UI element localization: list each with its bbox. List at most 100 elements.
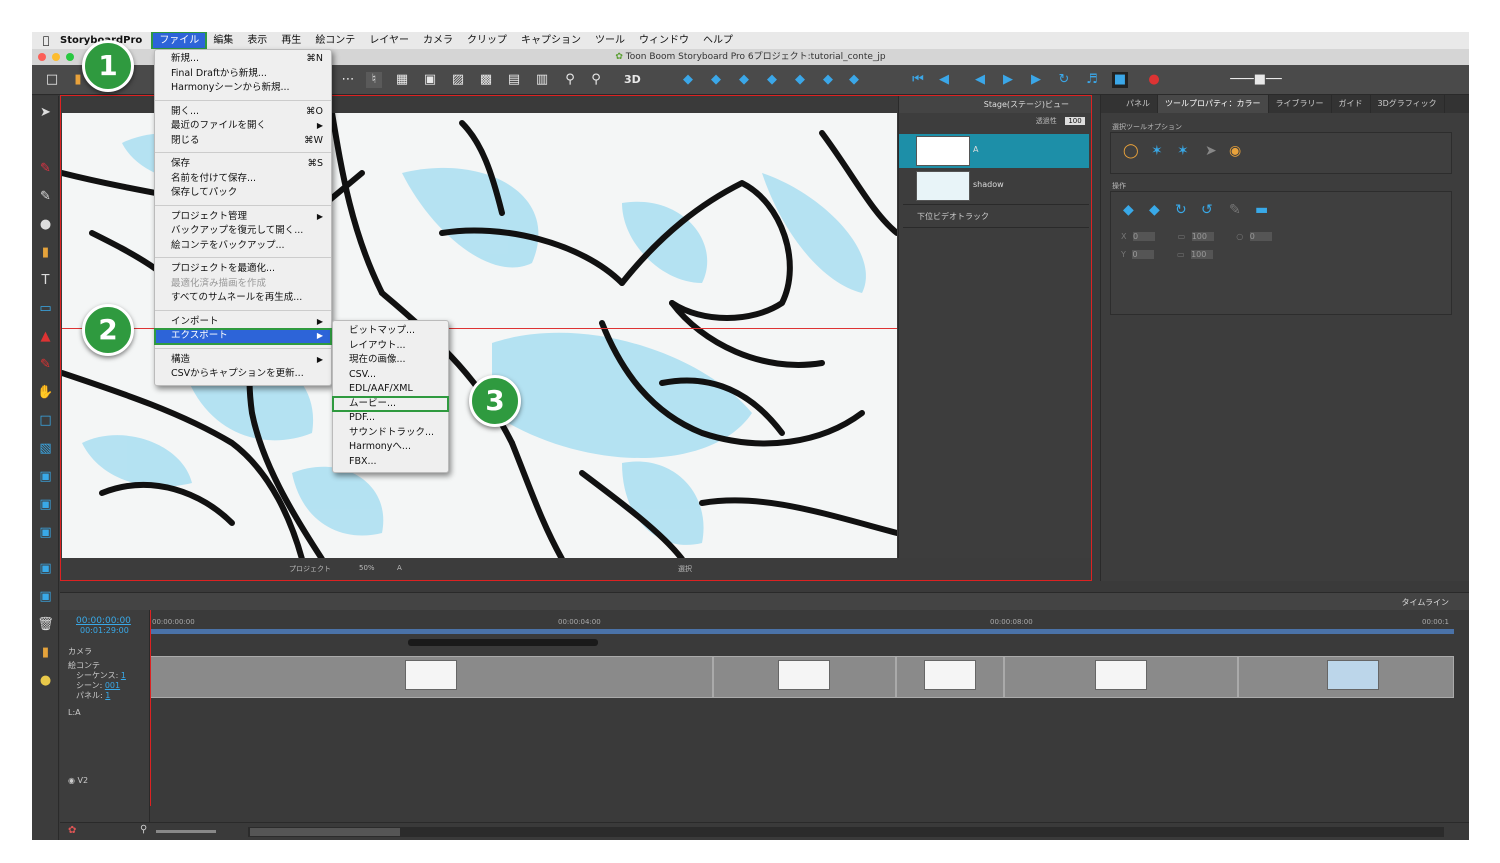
file-menu-item[interactable]: Final Draftから新規... <box>155 67 331 82</box>
menu-camera[interactable]: カメラ <box>416 32 460 49</box>
layer-transform-icon[interactable]: ▧ <box>37 440 54 457</box>
file-menu-item[interactable]: プロジェクトを最適化... <box>155 262 331 277</box>
first-frame-icon[interactable]: ⏮ <box>910 72 926 88</box>
timeline-clip[interactable] <box>896 656 1004 698</box>
current-layer[interactable]: A <box>397 564 402 572</box>
menu-file[interactable]: ファイル <box>151 32 208 50</box>
add-scene-icon[interactable]: ▣ <box>37 560 54 577</box>
sound-icon[interactable]: ♬ <box>1084 72 1100 88</box>
timeline-zoom-slider[interactable] <box>156 830 216 833</box>
zoom-level[interactable]: 50% <box>359 564 375 572</box>
file-menu-item[interactable]: CSVからキャプションを更新... <box>155 367 331 382</box>
new-doc-icon[interactable]: □ <box>44 72 60 88</box>
apple-icon[interactable]:  <box>32 34 60 47</box>
export-menu-item[interactable]: FBX... <box>333 455 448 470</box>
stamp-icon[interactable]: ● <box>37 216 54 233</box>
timeline-clip[interactable] <box>1238 656 1454 698</box>
eraser-icon[interactable]: ▮ <box>37 244 54 261</box>
playhead[interactable] <box>150 610 151 806</box>
layer-row-a[interactable]: A <box>899 134 1089 168</box>
align-icon[interactable]: ▬ <box>1255 202 1268 218</box>
flip-horizontal-icon[interactable]: ◆ <box>1123 202 1134 218</box>
width-input[interactable]: 100 <box>1191 232 1214 241</box>
export-menu-item[interactable]: ムービー... <box>332 395 449 412</box>
layer-tool-icon-6[interactable]: ◆ <box>820 72 836 88</box>
zoom-icon[interactable]: ⚲ <box>140 824 147 835</box>
export-menu-item[interactable]: EDL/AAF/XML <box>333 382 448 397</box>
pencil-icon[interactable]: ✎ <box>37 188 54 205</box>
export-menu-item[interactable]: レイアウト... <box>333 339 448 354</box>
lasso-icon[interactable]: ◯ <box>1123 143 1139 159</box>
eyedropper-icon[interactable]: ✎ <box>37 356 54 373</box>
zoom-out-icon[interactable]: ⚲ <box>562 72 578 88</box>
horizontal-scrollbar[interactable] <box>248 827 1444 837</box>
tab-tool-properties[interactable]: ツールプロパティ：カラー <box>1158 95 1269 113</box>
snap-icon-2[interactable]: ✶ <box>1177 143 1189 159</box>
file-menu-item[interactable]: インポート ▶ <box>155 315 331 330</box>
text-tool-icon[interactable]: T <box>37 272 54 289</box>
rotate-ccw-icon[interactable]: ↺ <box>1201 202 1213 218</box>
layout-icon[interactable]: ▣ <box>422 72 438 88</box>
timeline-clip[interactable] <box>1004 656 1238 698</box>
play-icon[interactable]: ▶ <box>1028 72 1044 88</box>
menu-tools[interactable]: ツール <box>588 32 632 49</box>
layer-tool-icon-3[interactable]: ◆ <box>736 72 752 88</box>
record-icon[interactable]: ● <box>1146 72 1162 88</box>
file-menu-item[interactable]: 絵コンテをバックアップ... <box>155 239 331 254</box>
file-menu-item[interactable]: 名前を付けて保存... <box>155 172 331 187</box>
sequence-value[interactable]: 1 <box>121 671 126 680</box>
split-scene-icon[interactable]: ▣ <box>37 588 54 605</box>
file-menu-item[interactable]: 最適化済み描画を作成 <box>155 277 331 292</box>
panel-view-icon[interactable]: ▩ <box>478 72 494 88</box>
grid-icon[interactable]: ▦ <box>394 72 410 88</box>
panel-value[interactable]: 1 <box>105 691 110 700</box>
file-menu-item[interactable]: 開く... ⌘O <box>155 105 331 120</box>
layer-tool-icon-4[interactable]: ◆ <box>764 72 780 88</box>
file-menu-item[interactable]: 保存してパック <box>155 186 331 201</box>
flip-vertical-icon[interactable]: ◆ <box>1149 202 1160 218</box>
current-time[interactable]: 00:00:00:00 <box>76 616 131 626</box>
transform-icon[interactable]: □ <box>37 412 54 429</box>
export-menu-item[interactable]: サウンドトラック... <box>333 426 448 441</box>
layer-tool-icon-5[interactable]: ◆ <box>792 72 808 88</box>
safe-area-icon[interactable]: ▨ <box>450 72 466 88</box>
file-menu-item[interactable]: 新規... ⌘N <box>155 52 331 67</box>
menu-play[interactable]: 再生 <box>274 32 308 49</box>
menu-clip[interactable]: クリップ <box>460 32 514 49</box>
file-menu-item[interactable]: 構造 ▶ <box>155 353 331 368</box>
menu-window[interactable]: ウィンドウ <box>632 32 696 49</box>
file-menu-item[interactable]: すべてのサムネールを再生成... <box>155 291 331 306</box>
visibility-icon[interactable]: ◉ <box>68 776 75 785</box>
rotate-cw-icon[interactable]: ↻ <box>1175 202 1187 218</box>
rectangle-icon[interactable]: ▭ <box>37 300 54 317</box>
split-panel-icon[interactable]: ▣ <box>37 524 54 541</box>
timeline-clip[interactable] <box>150 656 713 698</box>
tab-panel[interactable]: パネル <box>1119 95 1158 113</box>
volume-slider[interactable]: ───■── <box>1216 72 1296 88</box>
lower-video-track[interactable]: 下位ビデオトラック <box>903 204 1089 228</box>
scene-value[interactable]: 001 <box>105 681 120 690</box>
frame-icon[interactable]: ▥ <box>534 72 550 88</box>
playback-range-bar[interactable] <box>150 629 1454 634</box>
file-menu-item[interactable]: 最近のファイルを開く ▶ <box>155 119 331 134</box>
onion-skin-icon[interactable]: ♮ <box>366 72 382 88</box>
film-icon[interactable]: ▤ <box>506 72 522 88</box>
duplicate-panel-icon[interactable]: ▣ <box>37 496 54 513</box>
tab-3d-graphics[interactable]: 3Dグラフィック <box>1371 95 1445 113</box>
prev-frame-icon[interactable]: ◀ <box>936 72 952 88</box>
x-input[interactable]: 0 <box>1133 232 1156 241</box>
file-menu-item[interactable]: プロジェクト管理 ▶ <box>155 210 331 225</box>
export-menu-item[interactable]: ビットマップ... <box>333 324 448 339</box>
ellipsis-icon[interactable]: ⋯ <box>340 72 356 88</box>
trash-icon[interactable]: 🗑 <box>37 616 54 633</box>
add-keyframe-icon[interactable]: ✿ <box>68 825 76 836</box>
zoom-window-icon[interactable] <box>66 53 74 61</box>
zoom-in-icon[interactable]: ⚲ <box>588 72 604 88</box>
snap-icon[interactable]: ✶ <box>1151 143 1163 159</box>
menu-edit[interactable]: 編集 <box>206 32 240 49</box>
play-scene-icon[interactable]: ▶ <box>1000 72 1016 88</box>
file-menu-item[interactable]: 保存 ⌘S <box>155 157 331 172</box>
layer-row-shadow[interactable]: shadow <box>899 169 1089 203</box>
layer-tool-icon-7[interactable]: ◆ <box>846 72 862 88</box>
timeline-clip[interactable] <box>713 656 896 698</box>
